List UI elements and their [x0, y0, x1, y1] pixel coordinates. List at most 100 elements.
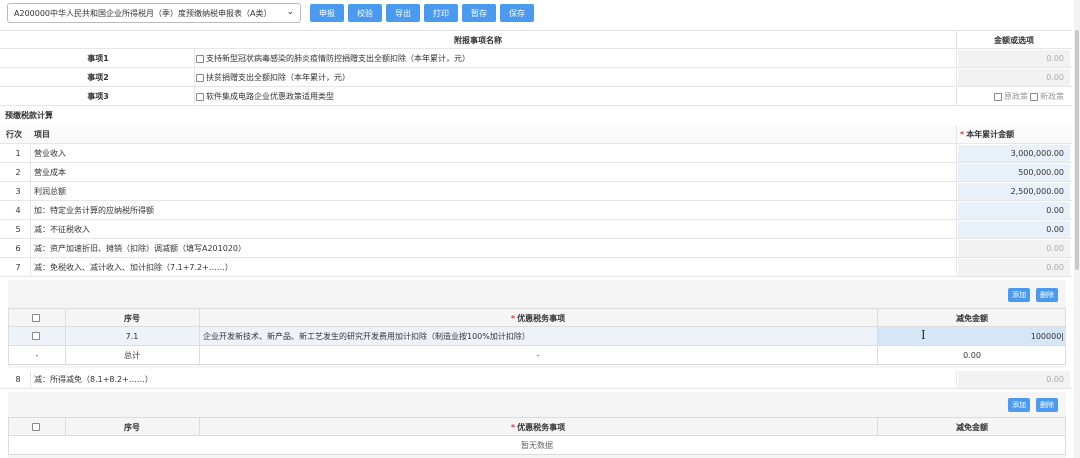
export-button[interactable]: 导出: [386, 4, 420, 22]
amount-input[interactable]: 100000 |: [878, 327, 1066, 345]
calc-row: 1 营业收入 3,000,000.00: [0, 144, 1072, 163]
calc-row-item: 减：免税收入、减计收入、加计扣除（7.1+7.2+……）: [34, 263, 233, 272]
calc-row-no: 1: [15, 149, 21, 158]
calc-row-item: 减：所得减免（8.1+8.2+……）: [34, 375, 153, 384]
total-label: 总计: [124, 350, 140, 360]
add-button[interactable]: 添加: [1008, 398, 1030, 412]
scrollbar-thumb[interactable]: [1075, 30, 1079, 270]
attach-row: 事项2 扶贫捐赠支出全额扣除（本年累计，元） 0.00: [0, 68, 1072, 87]
table-row[interactable]: 7.1 企业开发新技术、新产品、新工艺发生的研究开发费用加计扣除（制造业按100…: [8, 327, 1066, 346]
attach-header-value: 金额或选项: [994, 36, 1034, 45]
col-amount: 减免金额: [956, 313, 988, 323]
calc-row-no: 5: [15, 225, 21, 234]
policy-options: 原政策 新政策: [958, 87, 1070, 106]
empty-row: 暂无数据: [8, 436, 1066, 455]
form-type-value: A200000中华人民共和国企业所得税月（季）度预缴纳税申报表（A类）: [14, 8, 272, 18]
calc-row-amount[interactable]: 0.00: [958, 202, 1070, 219]
attach-item-label: 事项2: [87, 73, 109, 82]
attach-row: 事项3 软件集成电路企业优惠政策适用类型 原政策 新政策: [0, 87, 1072, 106]
attach-item-label: 事项3: [87, 92, 109, 101]
select-all-checkbox[interactable]: [32, 423, 40, 431]
subtable-header-row: 序号 * 优惠税务事项 减免金额: [8, 417, 1066, 436]
delete-button[interactable]: 删除: [1036, 288, 1058, 302]
col-item: * 优惠税务事项: [510, 313, 566, 323]
chevron-down-icon: ⌄: [286, 7, 294, 17]
calc-col-item: 项目: [34, 130, 50, 139]
calc-row-no: 8: [15, 375, 21, 384]
calc-section-title-row: 预缴税款计算: [0, 106, 1072, 125]
toolbar: A200000中华人民共和国企业所得税月（季）度预缴纳税申报表（A类） ⌄ 申报…: [0, 0, 1080, 28]
calc-row-no: 6: [15, 244, 21, 253]
item1-checkbox[interactable]: [196, 54, 204, 63]
subtable-header-row: 序号 * 优惠税务事项 减免金额: [8, 308, 1066, 327]
attach-item-label: 事项1: [87, 54, 109, 63]
calc-row-item: 利润总额: [34, 187, 66, 196]
calc-row-amount[interactable]: 3,000,000.00: [958, 145, 1070, 162]
calc-row: 2 营业成本 500,000.00: [0, 163, 1072, 182]
declare-button[interactable]: 申报: [310, 4, 344, 22]
validate-button[interactable]: 校验: [348, 4, 382, 22]
row-select-cell: [9, 327, 65, 345]
attach-row: 事项1 支持新型冠状病毒感染的肺炎疫情防控捐赠支出全额扣除（本年累计，元） 0.…: [0, 49, 1072, 68]
calc-row-no: 4: [15, 206, 21, 215]
calc-row-amount: 0.00: [958, 240, 1070, 257]
calc-row-amount: 0.00: [958, 259, 1070, 276]
vertical-scrollbar[interactable]: [1074, 0, 1080, 458]
attach-item-value[interactable]: 0.00: [958, 69, 1070, 86]
calc-row-no: 7: [15, 263, 21, 272]
select-all-cell: [9, 309, 65, 327]
calc-row-amount[interactable]: 0.00: [958, 221, 1070, 238]
old-policy-label: 原政策: [1004, 92, 1028, 101]
old-policy-checkbox[interactable]: [994, 92, 1002, 101]
calc-row-item: 减：资产加速折旧、摊销（扣除）调减额（填写A201020）: [34, 244, 247, 253]
calc-header-row: 行次 项目 * 本年累计金额: [0, 125, 1072, 144]
calc-row-item: 营业收入: [34, 149, 66, 158]
row-checkbox[interactable]: [32, 332, 40, 340]
col-amount: 减免金额: [956, 422, 988, 432]
calc-row-amount[interactable]: 500,000.00: [958, 164, 1070, 181]
select-all-checkbox[interactable]: [32, 314, 40, 322]
calc-row: 8 减：所得减免（8.1+8.2+……） 0.00: [0, 370, 1072, 389]
income-deduction-subtable: 添加 删除 序号 * 优惠税务事项 减免金额 暂无数据: [8, 392, 1066, 458]
calc-row-no: 2: [15, 168, 21, 177]
add-button[interactable]: 添加: [1008, 288, 1030, 302]
attach-item-value[interactable]: 0.00: [958, 50, 1070, 67]
temp-save-button[interactable]: 暂存: [462, 4, 496, 22]
item2-checkbox[interactable]: [196, 73, 204, 82]
calc-row-item: 减：不征税收入: [34, 225, 90, 234]
calc-row: 6 减：资产加速折旧、摊销（扣除）调减额（填写A201020） 0.00: [0, 239, 1072, 258]
delete-button[interactable]: 删除: [1036, 398, 1058, 412]
calc-section-title: 预缴税款计算: [5, 111, 53, 120]
calc-row: 3 利润总额 2,500,000.00: [0, 182, 1072, 201]
col-item: * 优惠税务事项: [510, 422, 566, 432]
calc-row: 7 减：免税收入、减计收入、加计扣除（7.1+7.2+……） 0.00: [0, 258, 1072, 277]
save-button[interactable]: 保存: [500, 4, 534, 22]
calc-col-no: 行次: [6, 130, 22, 139]
attach-item-text: 扶贫捐赠支出全额扣除（本年累计，元）: [196, 68, 946, 87]
attach-item-text: 软件集成电路企业优惠政策适用类型: [196, 87, 946, 106]
attach-header-name: 附报事项名称: [454, 36, 502, 45]
calc-row-amount: 0.00: [958, 371, 1070, 388]
calc-row-item: 加：特定业务计算的应纳税所得额: [34, 206, 154, 215]
calc-row: 4 加：特定业务计算的应纳税所得额 0.00: [0, 201, 1072, 220]
item3-checkbox[interactable]: [196, 92, 204, 101]
total-mark: -: [35, 350, 39, 360]
row-item[interactable]: 企业开发新技术、新产品、新工艺发生的研究开发费用加计扣除（制造业按100%加计扣…: [203, 327, 873, 345]
attach-header-row: 附报事项名称 金额或选项: [0, 30, 1072, 49]
col-seq: 序号: [124, 313, 140, 323]
new-policy-label: 新政策: [1040, 92, 1064, 101]
select-all-cell: [9, 418, 65, 436]
total-amount: 0.00: [963, 350, 981, 360]
total-row: - 总计 - 0.00: [8, 346, 1066, 365]
print-button[interactable]: 打印: [424, 4, 458, 22]
new-policy-checkbox[interactable]: [1030, 92, 1038, 101]
row-seq: 7.1: [125, 331, 139, 341]
deduction-subtable: 添加 删除 序号 * 优惠税务事项 减免金额 7.1 企业开发新技术、新产品、新工…: [8, 280, 1066, 368]
calc-col-amount: * 本年累计金额: [960, 130, 1015, 139]
form-type-select[interactable]: A200000中华人民共和国企业所得税月（季）度预缴纳税申报表（A类） ⌄: [7, 3, 301, 23]
col-seq: 序号: [124, 422, 140, 432]
calc-row-amount[interactable]: 2,500,000.00: [958, 183, 1070, 200]
total-item: -: [536, 350, 540, 360]
calc-row-item: 营业成本: [34, 168, 66, 177]
calc-row: 5 减：不征税收入 0.00: [0, 220, 1072, 239]
